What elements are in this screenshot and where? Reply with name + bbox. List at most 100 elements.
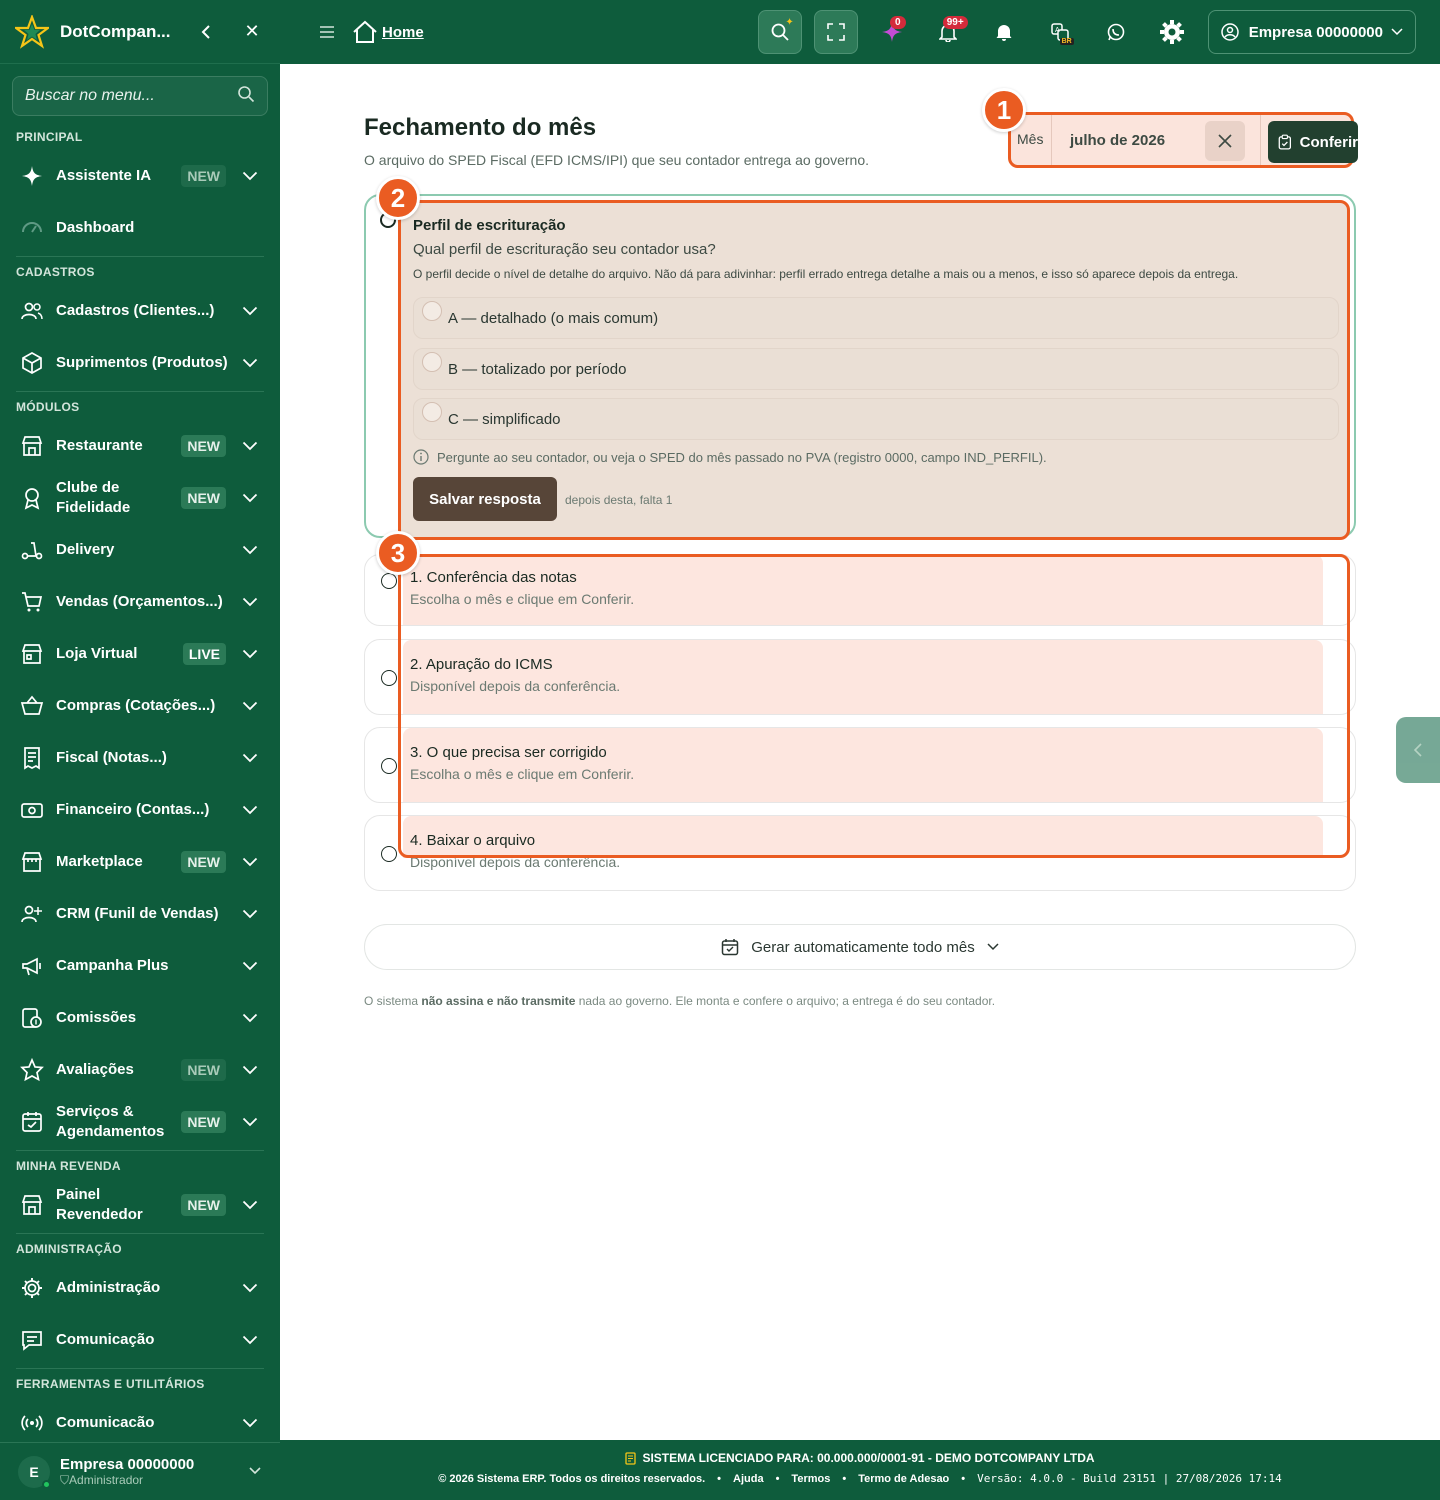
online-dot xyxy=(42,1479,51,1489)
profile-title: Perfil de escrituração xyxy=(413,217,566,234)
chevron-down-icon xyxy=(240,171,260,181)
crm-icon xyxy=(20,902,44,926)
sidebar-item-painel-revendedor[interactable]: Painel Revendedor NEW xyxy=(0,1179,280,1231)
fullscreen-button[interactable] xyxy=(813,10,858,54)
bell-icon xyxy=(996,25,1012,41)
svg-text:A: A xyxy=(1055,27,1060,34)
option-radio[interactable] xyxy=(422,352,442,372)
account-menu[interactable]: Empresa 00000000 xyxy=(1207,10,1416,54)
profile-question-panel: Perfil de escrituração Qual perfil de es… xyxy=(398,200,1350,540)
sidebar-item-campanha-plus[interactable]: Campanha Plus xyxy=(0,940,280,992)
save-answer-button[interactable]: Salvar resposta xyxy=(413,477,557,521)
step-3-card[interactable]: 3. O que precisa ser corrigido Escolha o… xyxy=(364,727,1356,803)
profile-hint: Pergunte ao seu contador, ou veja o SPED… xyxy=(413,449,1047,465)
sidebar-item-badge: NEW xyxy=(181,435,226,457)
sidebar-item-clube-de-fidelidade[interactable]: Clube de Fidelidade NEW xyxy=(0,472,280,524)
store-icon xyxy=(20,1193,44,1217)
month-label: Mês xyxy=(1017,131,1044,147)
step-4-card[interactable]: 4. Baixar o arquivo Disponível depois da… xyxy=(364,815,1356,891)
check-button[interactable]: Conferir xyxy=(1268,121,1358,163)
step-radio[interactable] xyxy=(381,573,397,589)
account-name: Empresa 00000000 xyxy=(1248,23,1383,41)
sidebar-item-crm-funil-de-vendas[interactable]: CRM (Funil de Vendas) xyxy=(0,888,280,940)
global-search-button[interactable]: ✦ xyxy=(757,10,802,54)
step-1-card[interactable]: 1. Conferência das notas Escolha o mês e… xyxy=(364,554,1356,626)
language-badge: BR xyxy=(1059,38,1074,45)
money-icon xyxy=(20,798,44,822)
footer: SISTEMA LICENCIADO PARA: 00.000.000/0001… xyxy=(280,1440,1440,1500)
sidebar-item-dashboard[interactable]: Dashboard xyxy=(0,202,280,254)
sidebar-item-comissoes[interactable]: Comissões xyxy=(0,992,280,1044)
sidebar-item-financeiro-contas[interactable]: Financeiro (Contas...) xyxy=(0,784,280,836)
ai-sparkle-button[interactable]: 0 xyxy=(870,10,914,54)
sidebar-item-badge: NEW xyxy=(181,1194,226,1216)
chevron-down-icon xyxy=(240,701,260,711)
sidebar-item-label: Painel Revendedor xyxy=(56,1186,143,1223)
option-radio[interactable] xyxy=(422,301,442,321)
profile-option-a[interactable]: A — detalhado (o mais comum) xyxy=(413,297,1339,339)
sidebar-item-administracao[interactable]: Administração xyxy=(0,1262,280,1314)
chevron-down-icon xyxy=(240,1013,260,1023)
sidebar-item-restaurante[interactable]: Restaurante NEW xyxy=(0,420,280,472)
alerts-button[interactable] xyxy=(982,10,1026,54)
step-subtitle: Disponível depois da conferência. xyxy=(410,678,621,694)
sidebar-item-label: Compras (Cotações...) xyxy=(56,697,216,714)
sidebar-item-suprimentos-produtos[interactable]: Suprimentos (Produtos) xyxy=(0,337,280,389)
search-icon xyxy=(237,85,255,108)
profile-option-c[interactable]: C — simplificado xyxy=(413,398,1339,440)
step-2-card[interactable]: 2. Apuração do ICMS Disponível depois da… xyxy=(364,639,1356,715)
sidebar-section-title: CADASTROS xyxy=(16,265,95,279)
sidebar: DotCompan... ✕ PRINCIPAL Assistente IA N… xyxy=(0,0,280,1500)
step-title: 1. Conferência das notas xyxy=(410,569,577,586)
menu-icon[interactable] xyxy=(316,21,338,43)
sidebar-search-input[interactable] xyxy=(25,87,237,105)
home-link[interactable]: Home xyxy=(352,20,424,44)
sidebar-section-title: PRINCIPAL xyxy=(16,130,83,144)
sidebar-item-badge: NEW xyxy=(181,1059,226,1081)
whatsapp-button[interactable] xyxy=(1094,10,1138,54)
sidebar-item-servicos-agendamentos[interactable]: Serviços & Agendamentos NEW xyxy=(0,1096,280,1148)
sidebar-item-badge: NEW xyxy=(181,165,226,187)
sidebar-item-compras-cotacoes[interactable]: Compras (Cotações...) xyxy=(0,680,280,732)
sidebar-item-vendas-orcamentos[interactable]: Vendas (Orçamentos...) xyxy=(0,576,280,628)
notifications-button[interactable]: 99+ xyxy=(926,10,970,54)
sidebar-item-label: Avaliações xyxy=(56,1061,134,1078)
sidebar-nav: PRINCIPAL Assistente IA NEW Dashboard CA… xyxy=(0,122,280,1449)
profile-option-b[interactable]: B — totalizado por período xyxy=(413,348,1339,390)
sidebar-item-badge: NEW xyxy=(181,851,226,873)
sidebar-item-delivery[interactable]: Delivery xyxy=(0,524,280,576)
auto-generate-toggle[interactable]: Gerar automaticamente todo mês xyxy=(364,924,1356,970)
page-subtitle: O arquivo do SPED Fiscal (EFD ICMS/IPI) … xyxy=(364,152,870,168)
collapse-sidebar-icon[interactable] xyxy=(194,20,218,44)
close-icon[interactable]: ✕ xyxy=(240,20,264,44)
adhesion-terms-link[interactable]: Termo de Adesao xyxy=(858,1473,949,1485)
settings-button[interactable] xyxy=(1150,10,1194,54)
clear-month-button[interactable] xyxy=(1205,121,1245,161)
help-link[interactable]: Ajuda xyxy=(733,1473,764,1485)
sidebar-item-avaliacoes[interactable]: Avaliações NEW xyxy=(0,1044,280,1096)
sidebar-item-loja-virtual[interactable]: Loja Virtual LIVE xyxy=(0,628,280,680)
step-radio[interactable] xyxy=(381,846,397,862)
megaphone-icon xyxy=(20,954,44,978)
sidebar-header: DotCompan... ✕ xyxy=(0,0,280,64)
main-content: Fechamento do mês O arquivo do SPED Fisc… xyxy=(280,64,1440,1440)
sidebar-search[interactable] xyxy=(12,76,268,116)
whatsapp-icon xyxy=(1107,23,1125,41)
profile-question: Qual perfil de escrituração seu contador… xyxy=(413,241,716,258)
sidebar-item-comunicacao[interactable]: Comunicação xyxy=(0,1314,280,1366)
sidebar-item-marketplace[interactable]: Marketplace NEW xyxy=(0,836,280,888)
language-button[interactable]: A BR xyxy=(1038,10,1082,54)
side-panel-toggle[interactable] xyxy=(1396,717,1440,783)
star-icon xyxy=(20,1058,44,1082)
sidebar-item-assistente-ia[interactable]: Assistente IA NEW xyxy=(0,150,280,202)
step-radio[interactable] xyxy=(381,758,397,774)
user-name: Empresa 00000000 xyxy=(60,1455,195,1473)
terms-link[interactable]: Termos xyxy=(791,1473,830,1485)
sidebar-item-label: Loja Virtual xyxy=(56,645,138,662)
step-radio[interactable] xyxy=(381,670,397,686)
close-icon xyxy=(1218,134,1232,148)
option-radio[interactable] xyxy=(422,402,442,422)
sidebar-item-fiscal-notas[interactable]: Fiscal (Notas...) xyxy=(0,732,280,784)
sidebar-item-cadastros-clientes[interactable]: Cadastros (Clientes...) xyxy=(0,285,280,337)
sidebar-user[interactable]: E Empresa 00000000 ⛉Administrador xyxy=(0,1442,280,1500)
